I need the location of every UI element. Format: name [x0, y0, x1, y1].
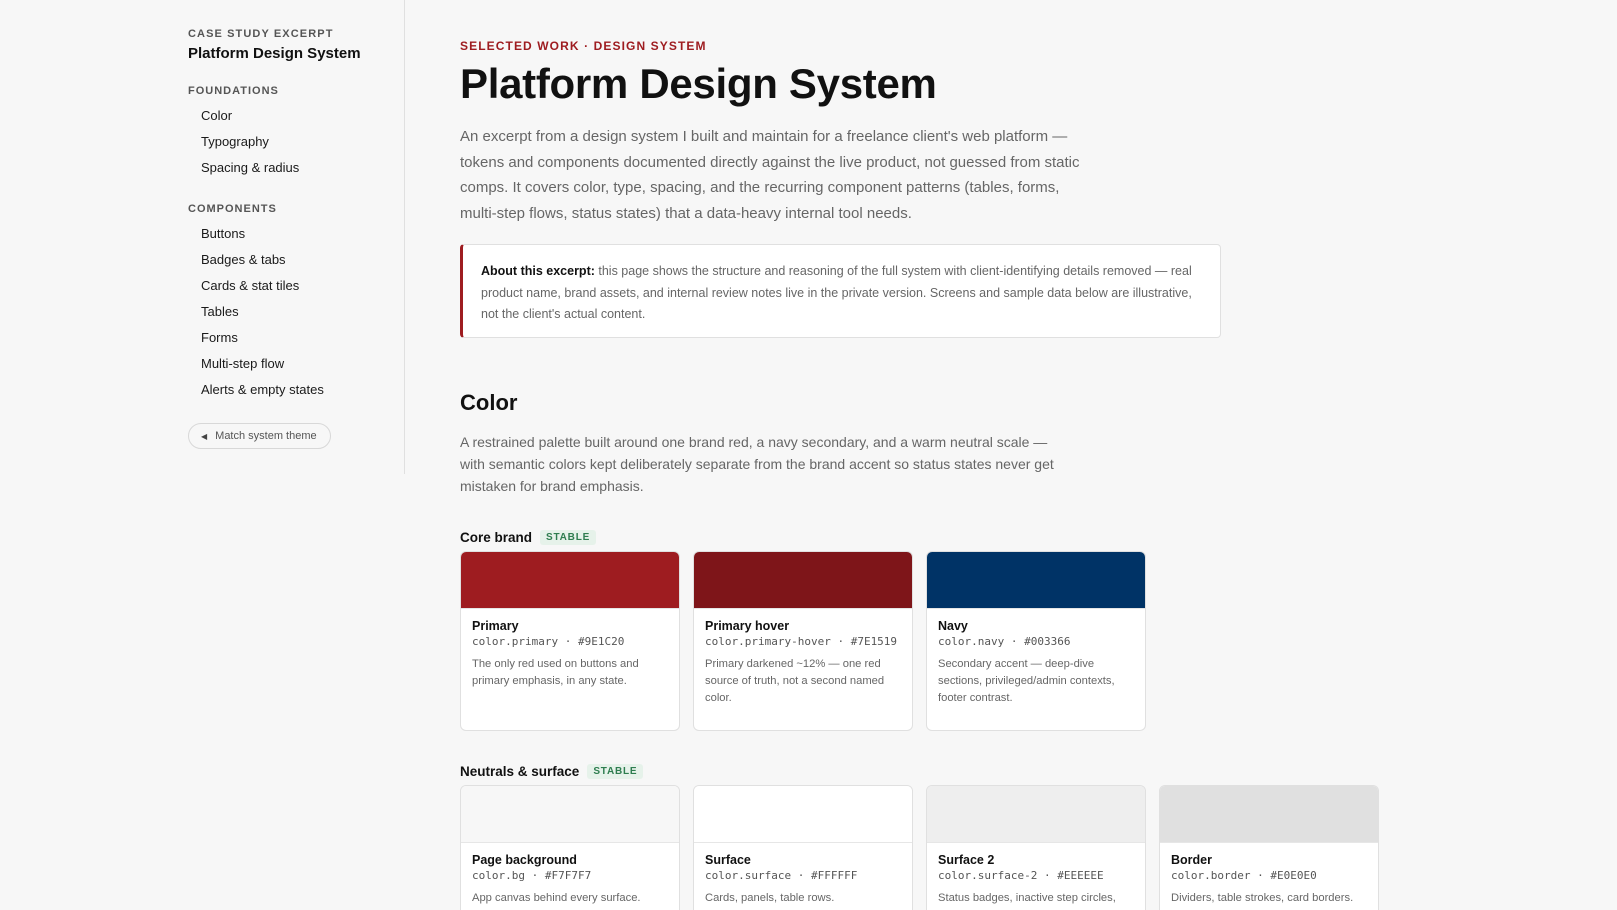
- color-name: Surface 2: [938, 853, 995, 867]
- color-description: App canvas behind every surface.: [472, 892, 641, 904]
- sidebar-item-badges-tabs[interactable]: Badges & tabs: [188, 247, 388, 273]
- color-token: color.surface-2 · #EEEEEE: [938, 869, 1104, 882]
- color-description: Secondary accent — deep-dive sections, p…: [938, 658, 1115, 704]
- match-system-theme-button[interactable]: ◀ Match system theme: [188, 423, 331, 449]
- color-token: color.navy · #003366: [938, 635, 1071, 648]
- section-description-color: A restrained palette built around one br…: [460, 434, 1054, 494]
- sidebar-item-forms[interactable]: Forms: [188, 325, 388, 351]
- color-swatch: [461, 786, 679, 843]
- color-cards-neutrals-surface: Page background color.bg · #F7F7F7 App c…: [460, 785, 1379, 910]
- nav-group-components: Buttons Badges & tabs Cards & stat tiles…: [188, 221, 388, 403]
- color-name: Primary: [472, 619, 519, 633]
- status-badge: STABLE: [587, 764, 644, 779]
- color-description: The only red used on buttons and primary…: [472, 658, 639, 687]
- color-token: color.surface · #FFFFFF: [705, 869, 858, 882]
- color-token: color.bg · #F7F7F7: [472, 869, 592, 882]
- page-title: Platform Design System: [460, 60, 937, 107]
- color-name: Page background: [472, 853, 577, 867]
- color-description: Status badges, inactive step circles, mu…: [938, 892, 1116, 910]
- color-card-surface-2[interactable]: Surface 2 color.surface-2 · #EEEEEE Stat…: [926, 785, 1146, 910]
- callout-lead: About this excerpt:: [481, 264, 595, 278]
- page-kicker: SELECTED WORK · DESIGN SYSTEM: [460, 39, 707, 53]
- sidebar-item-buttons[interactable]: Buttons: [188, 221, 388, 247]
- sidebar-item-cards-stat-tiles[interactable]: Cards & stat tiles: [188, 273, 388, 299]
- status-badge: STABLE: [540, 530, 597, 545]
- color-description: Primary darkened ~12% — one red source o…: [705, 658, 885, 704]
- color-token: color.primary-hover · #7E1519: [705, 635, 898, 648]
- color-swatch: [694, 786, 912, 843]
- color-swatch: [1160, 786, 1378, 843]
- color-swatch: [461, 552, 679, 609]
- page-intro: An excerpt from a design system I built …: [460, 128, 1080, 222]
- color-name: Border: [1171, 853, 1212, 867]
- sidebar-item-alerts-empty-states[interactable]: Alerts & empty states: [188, 377, 388, 403]
- sidebar-content: CASE STUDY EXCERPT Platform Design Syste…: [188, 28, 388, 449]
- nav-group-label-foundations: FOUNDATIONS: [188, 85, 279, 97]
- color-card-navy[interactable]: Navy color.navy · #003366 Secondary acce…: [926, 551, 1146, 731]
- color-token: color.primary · #9E1C20: [472, 635, 625, 648]
- sidebar-item-tables[interactable]: Tables: [188, 299, 388, 325]
- sidebar-eyebrow: CASE STUDY EXCERPT: [188, 28, 334, 40]
- color-token: color.border · #E0E0E0: [1171, 869, 1317, 882]
- group-heading-core-brand: Core brand STABLE: [460, 530, 597, 545]
- color-description: Cards, panels, table rows.: [705, 892, 835, 904]
- theme-button-label: Match system theme: [215, 430, 317, 442]
- color-name: Primary hover: [705, 619, 790, 633]
- color-card-surface[interactable]: Surface color.surface · #FFFFFF Cards, p…: [693, 785, 913, 910]
- color-swatch: [927, 786, 1145, 843]
- sidebar-item-multi-step-flow[interactable]: Multi-step flow: [188, 351, 388, 377]
- sidebar-item-color[interactable]: Color: [188, 103, 388, 129]
- color-name: Navy: [938, 619, 968, 633]
- sidebar: CASE STUDY EXCERPT Platform Design Syste…: [0, 0, 405, 474]
- sidebar-item-typography[interactable]: Typography: [188, 129, 388, 155]
- nav-group-foundations: Color Typography Spacing & radius: [188, 103, 388, 181]
- color-swatch: [927, 552, 1145, 609]
- chevron-left-icon: ◀: [201, 431, 208, 441]
- color-description: Dividers, table strokes, card borders.: [1171, 892, 1354, 904]
- sidebar-title[interactable]: Platform Design System: [188, 45, 388, 62]
- color-card-primary[interactable]: Primary color.primary · #9E1C20 The only…: [460, 551, 680, 731]
- sidebar-item-spacing-radius[interactable]: Spacing & radius: [188, 155, 388, 181]
- color-cards-core-brand: Primary color.primary · #9E1C20 The only…: [460, 551, 1146, 731]
- color-name: Surface: [705, 853, 751, 867]
- group-name: Neutrals & surface: [460, 764, 580, 779]
- color-card-border[interactable]: Border color.border · #E0E0E0 Dividers, …: [1159, 785, 1379, 910]
- color-card-primary-hover[interactable]: Primary hover color.primary-hover · #7E1…: [693, 551, 913, 731]
- group-heading-neutrals-surface: Neutrals & surface STABLE: [460, 764, 644, 779]
- nav-group-label-components: COMPONENTS: [188, 203, 277, 215]
- group-name: Core brand: [460, 530, 533, 545]
- about-excerpt-callout: About this excerpt: this page shows the …: [460, 244, 1221, 338]
- section-title-color: Color: [460, 390, 518, 415]
- color-card-page-background[interactable]: Page background color.bg · #F7F7F7 App c…: [460, 785, 680, 910]
- color-swatch: [694, 552, 912, 609]
